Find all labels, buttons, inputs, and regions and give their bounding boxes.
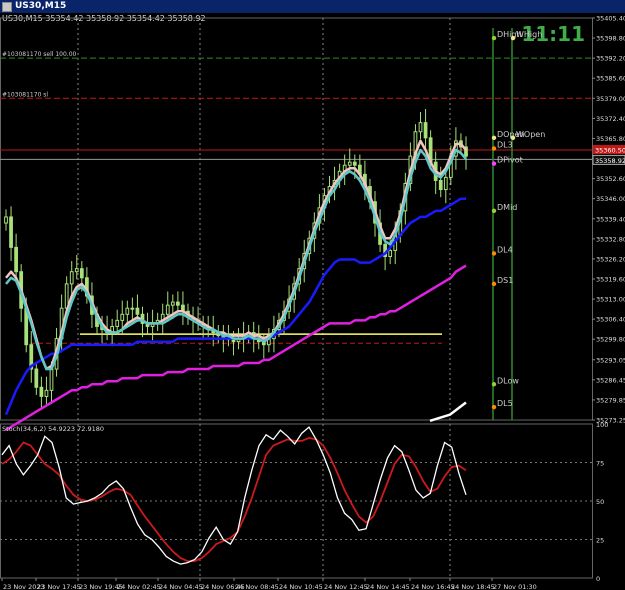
day-level-marker xyxy=(491,35,497,41)
stoch-signal-line xyxy=(1,436,467,562)
stoch-tick-label: 25 xyxy=(596,537,604,545)
candle-body xyxy=(418,122,423,133)
day-level-marker xyxy=(491,382,497,387)
main-panel-frame xyxy=(0,17,593,421)
time-tick-label: 24 Nov 02:45 xyxy=(117,583,161,590)
price-tick-label: 35306.40 xyxy=(596,316,625,324)
candle-body xyxy=(69,271,74,285)
time-tick-label: 24 Nov 14:45 xyxy=(366,583,410,590)
candle-body xyxy=(4,216,8,224)
price-tick-label: 35352.60 xyxy=(596,175,625,183)
day-level-label-wopen: WOpen xyxy=(516,130,545,139)
day-level-marker xyxy=(491,251,497,256)
day-level-marker xyxy=(491,404,497,410)
stoch-main-line xyxy=(1,426,467,565)
time-tick-label: 24 Nov 04:45 xyxy=(159,583,203,590)
candle-body xyxy=(34,368,39,388)
day-level-label-dl3: DL3 xyxy=(497,141,513,150)
day-level-marker xyxy=(491,146,497,151)
stoch-tick-label: 75 xyxy=(596,460,604,468)
price-tick-label: 35405.40 xyxy=(596,15,625,23)
sell-order-label: #103081170 sell 100.00 xyxy=(2,51,77,58)
candle-body xyxy=(125,307,130,315)
day-level-marker xyxy=(510,135,516,141)
candle-body xyxy=(388,249,393,257)
candle-body xyxy=(352,161,357,166)
day-level-marker xyxy=(491,281,497,287)
day-level-label-dpivot: DPivot xyxy=(497,156,523,165)
time-tick-label: 24 Nov 10:45 xyxy=(279,583,323,590)
price-tick-label: 35392.20 xyxy=(596,55,625,63)
candle-body xyxy=(135,307,140,315)
current-price-box-label: 35358.92 xyxy=(595,157,625,165)
day-level-marker xyxy=(491,161,497,166)
candle-body xyxy=(9,216,13,248)
price-tick-label: 35379.00 xyxy=(596,95,625,103)
day-level-label-whigh: WHigh xyxy=(516,30,542,39)
day-level-marker xyxy=(510,35,516,41)
price-tick-label: 35299.80 xyxy=(596,336,625,344)
day-level-label-dl5: DL5 xyxy=(497,399,513,408)
price-tick-label: 35313.00 xyxy=(596,296,625,304)
price-chart-canvas[interactable]: #103081170 sell 100.00#103081170 slDHigh… xyxy=(0,0,625,590)
price-tick-label: 35286.45 xyxy=(596,376,625,384)
candle-body xyxy=(423,122,428,139)
time-tick-label: 24 Nov 16:45 xyxy=(411,583,455,590)
time-tick-label: 27 Nov 01:30 xyxy=(493,583,537,590)
time-tick-label: 24 Nov 08:45 xyxy=(235,583,279,590)
price-tick-label: 35339.40 xyxy=(596,215,625,223)
day-level-marker xyxy=(491,208,497,214)
candle-body xyxy=(347,161,352,166)
candle-body xyxy=(44,389,49,397)
price-tick-label: 35398.80 xyxy=(596,35,625,43)
day-level-label-dl4: DL4 xyxy=(497,245,513,254)
price-tick-label: 35326.20 xyxy=(596,255,625,263)
candle-body xyxy=(175,301,180,306)
candle-body xyxy=(14,246,18,273)
candle-body xyxy=(39,386,44,397)
ma-white-line xyxy=(429,401,467,422)
day-level-label-dlow: DLow xyxy=(497,376,519,385)
day-level-label-ds1: DS1 xyxy=(497,276,513,285)
price-tick-label: 35293.05 xyxy=(596,356,625,364)
time-tick-label: 24 Nov 12:45 xyxy=(324,583,368,590)
price-tick-label: 35365.80 xyxy=(596,135,625,143)
price-tick-label: 35346.00 xyxy=(596,195,625,203)
candle-body xyxy=(74,268,79,273)
price-tick-label: 35279.85 xyxy=(596,396,625,404)
time-tick-label: 23 Nov 17:45 xyxy=(37,583,81,590)
candle-body xyxy=(438,179,443,191)
stoch-tick-label: 0 xyxy=(596,575,600,583)
day-level-label-dmid: DMid xyxy=(497,203,517,212)
stoch-tick-label: 100 xyxy=(596,421,608,429)
stoch-title: Stoch(34,6,2) 54.9223 72.9180 xyxy=(2,425,104,433)
price-tick-label: 35372.40 xyxy=(596,115,625,123)
candle-body xyxy=(49,368,54,391)
candle-body xyxy=(130,307,135,310)
price-tick-label: 35385.60 xyxy=(596,75,625,83)
time-tick-label: 24 Nov 18:45 xyxy=(451,583,495,590)
stoch-tick-label: 50 xyxy=(596,498,604,506)
candle-body xyxy=(165,304,170,315)
bid-price-box-label: 35360.50 xyxy=(595,147,625,155)
candle-body xyxy=(120,313,125,321)
candle-body xyxy=(115,319,120,327)
candle-body xyxy=(79,268,84,279)
day-level-marker xyxy=(491,135,497,141)
candle-body xyxy=(170,301,175,306)
candle-body xyxy=(443,176,448,191)
price-tick-label: 35319.60 xyxy=(596,276,625,284)
stoploss-label: #103081170 sl xyxy=(2,91,48,98)
price-tick-label: 35332.80 xyxy=(596,235,625,243)
